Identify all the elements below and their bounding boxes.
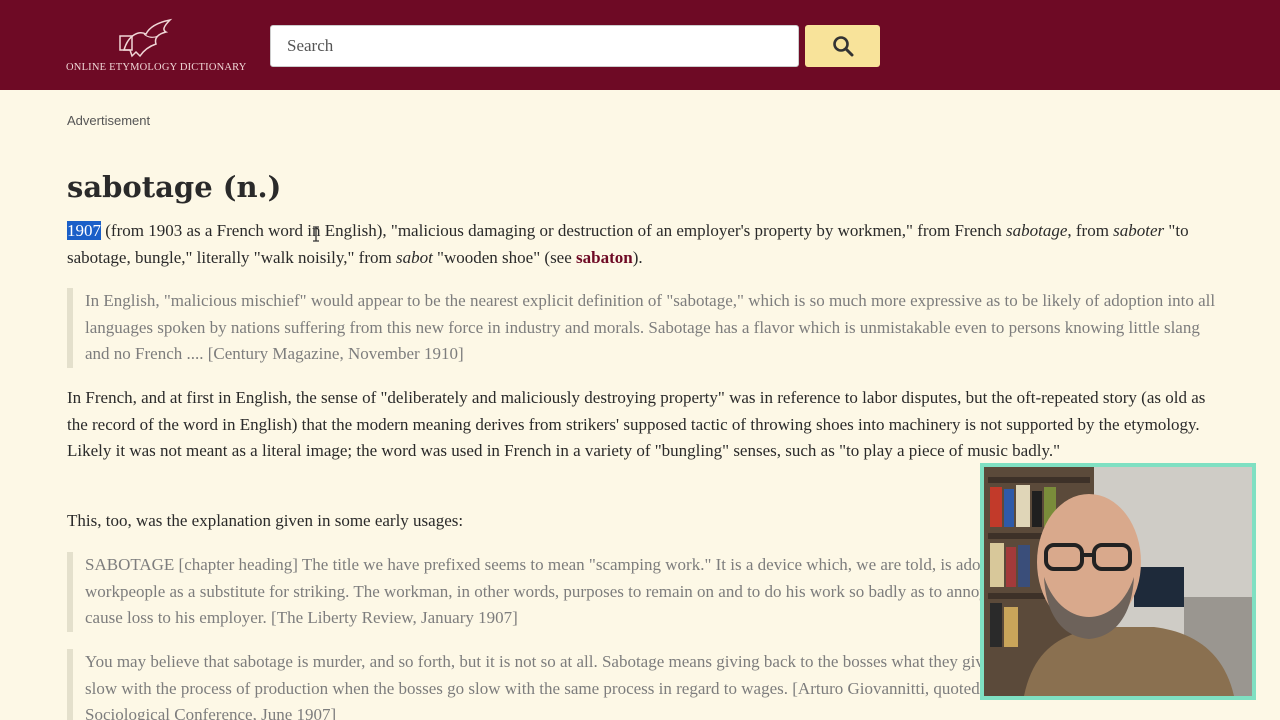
entry-paragraph: 1907 (from 1903 as a French word in Engl…: [67, 221, 1189, 267]
entry-paragraph: In French, and at first in English, the …: [67, 388, 1206, 460]
presenter-video-icon: [984, 467, 1252, 696]
site-logo[interactable]: ONLINE ETYMOLOGY DICTIONARY: [66, 16, 247, 76]
site-header: ONLINE ETYMOLOGY DICTIONARY: [0, 0, 1280, 90]
search-button[interactable]: [805, 25, 880, 67]
selected-year[interactable]: 1907: [67, 221, 101, 240]
advertisement-label: Advertisement: [67, 113, 151, 128]
webcam-overlay: [980, 463, 1256, 700]
griffin-logo-icon: [119, 18, 173, 58]
entry-title: sabotage (n.): [67, 170, 282, 204]
sabaton-link[interactable]: sabaton: [576, 248, 633, 267]
quotation-block: In English, "malicious mischief" would a…: [67, 288, 1217, 368]
logo-text: ONLINE ETYMOLOGY DICTIONARY: [66, 62, 247, 73]
text-cursor-icon: [313, 226, 319, 242]
search-input[interactable]: [270, 25, 799, 67]
search-icon: [832, 36, 853, 57]
